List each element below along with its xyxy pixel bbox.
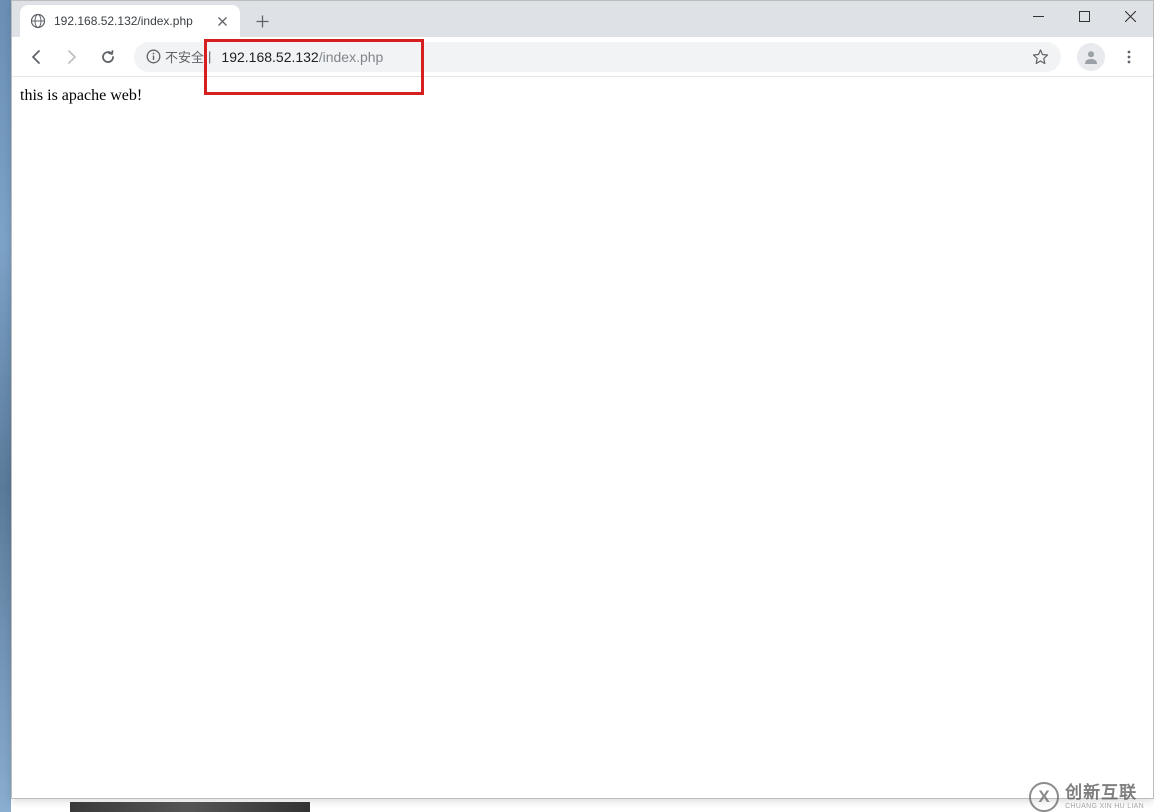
menu-button[interactable]: [1113, 41, 1145, 73]
address-bar[interactable]: 不安全 | 192.168.52.132/index.php: [134, 42, 1061, 72]
watermark-text: 创新互联 CHUANG XIN HU LIAN: [1065, 784, 1144, 810]
window-controls: [1015, 1, 1153, 37]
security-label: 不安全: [165, 47, 204, 66]
browser-toolbar: 不安全 | 192.168.52.132/index.php: [12, 37, 1153, 77]
chrome-browser-window: 192.168.52.132/index.php 不安全 | 192.: [11, 0, 1154, 799]
page-body-text: this is apache web!: [20, 87, 142, 104]
globe-icon: [30, 13, 46, 29]
person-icon: [1082, 48, 1100, 66]
kebab-icon: [1121, 49, 1137, 65]
watermark: X 创新互联 CHUANG XIN HU LIAN: [1029, 782, 1144, 812]
page-viewport: this is apache web!: [12, 77, 1153, 798]
tab-strip: 192.168.52.132/index.php: [12, 1, 1153, 37]
bookmark-star-icon[interactable]: [1032, 48, 1049, 65]
taskbar-sliver: [70, 802, 310, 812]
url-path: /index.php: [319, 49, 384, 65]
url-display: 192.168.52.132/index.php: [221, 49, 383, 65]
watermark-logo-letter: X: [1038, 787, 1049, 807]
close-window-button[interactable]: [1107, 1, 1153, 31]
site-info-button[interactable]: 不安全 |: [146, 47, 211, 66]
reload-button[interactable]: [92, 41, 124, 73]
watermark-en: CHUANG XIN HU LIAN: [1065, 803, 1144, 811]
browser-tab[interactable]: 192.168.52.132/index.php: [20, 5, 240, 37]
forward-button[interactable]: [56, 41, 88, 73]
desktop-background-edge: [0, 0, 11, 812]
back-button[interactable]: [20, 41, 52, 73]
watermark-logo-icon: X: [1029, 782, 1059, 812]
profile-button[interactable]: [1077, 43, 1105, 71]
watermark-cn: 创新互联: [1065, 784, 1144, 803]
close-tab-icon[interactable]: [214, 13, 230, 29]
maximize-button[interactable]: [1061, 1, 1107, 31]
info-icon: [146, 49, 161, 64]
url-host: 192.168.52.132: [221, 49, 318, 65]
new-tab-button[interactable]: [248, 7, 276, 35]
tab-title: 192.168.52.132/index.php: [54, 14, 206, 28]
security-divider: |: [208, 49, 211, 64]
minimize-button[interactable]: [1015, 1, 1061, 31]
